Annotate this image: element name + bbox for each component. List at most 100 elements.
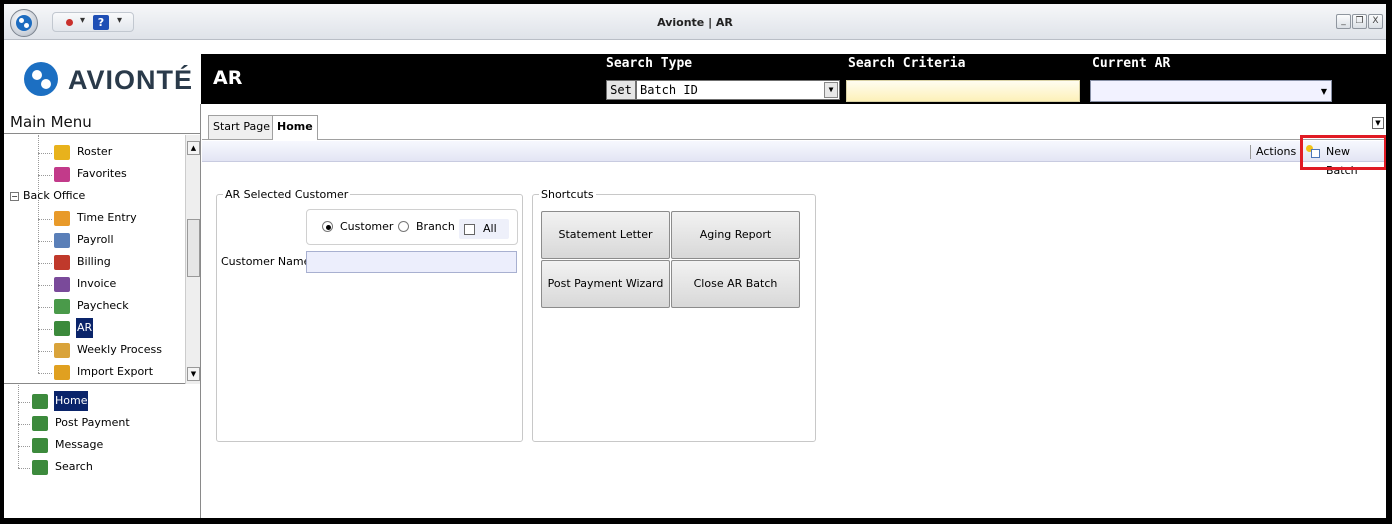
ar-page-icon [32,460,48,475]
radio-branch[interactable] [398,221,409,232]
tree-connector [38,153,52,154]
ar-icon [54,321,70,336]
statement-letter-button[interactable]: Statement Letter [541,211,670,259]
tree-connector [18,402,30,403]
aging-report-button[interactable]: Aging Report [671,211,800,259]
new-batch-button[interactable]: New Batch [1304,142,1384,177]
collapse-icon[interactable]: − [10,192,19,201]
main-menu-item-label: Payroll [77,233,114,246]
main-menu-item-label: Invoice [77,277,117,290]
close-ar-batch-button[interactable]: Close AR Batch [671,260,800,308]
import-export-icon [54,365,70,380]
main-menu-pane: Main Menu Roster Favorites − Back Office Tim… [4,104,201,518]
customer-name-field[interactable] [306,251,517,273]
current-ar-label: Current AR [1092,56,1171,71]
customer-name-label: Customer Name [221,255,311,268]
ar-selected-customer-title: AR Selected Customer [223,188,351,201]
main-menu-item-label: Roster [77,145,113,158]
tree-connector [38,351,52,352]
restore-button[interactable]: ❐ [1352,14,1367,29]
content-pane: Start Page Home ▼ Actions New Batch AR S… [202,104,1386,518]
ar-submenu-item-label: Home [54,391,89,411]
ar-page-icon [32,394,48,409]
chevron-down-icon[interactable]: ▼ [824,82,838,98]
tree-connector [38,285,52,286]
minimize-button[interactable]: _ [1336,14,1351,29]
payroll-icon [54,233,70,248]
tree-connector [38,219,52,220]
tab-home[interactable]: Home [272,115,318,140]
main-menu-item-label: Time Entry [77,211,137,224]
tree-connector [38,175,52,176]
scroll-up-icon[interactable]: ▲ [187,141,200,155]
invoice-icon [54,277,70,292]
actions-label: Actions [1256,145,1297,158]
search-criteria-input[interactable] [846,80,1080,102]
time-entry-icon [54,211,70,226]
tree-connector [38,373,52,374]
radio-branch-label: Branch [416,220,455,233]
application-window: ▾ ? ▾ Avionte | AR _ ❐ X AVIONTÉ AR Sear… [4,4,1386,518]
app-header: AVIONTÉ AR Search Type Set Batch ID ▼ Se… [4,54,1386,104]
customer-type-options: Customer Branch All [306,209,518,245]
main-menu-item-label: AR [76,318,94,338]
toolbar-divider [1250,145,1251,159]
radio-customer[interactable] [322,221,333,232]
logo: AVIONTÉ [4,54,201,104]
tree-connector [18,468,30,469]
tree-connector [38,329,52,330]
main-menu-item-label: Paycheck [77,299,129,312]
main-menu-tree: Roster Favorites − Back Office Time Entry Pay… [4,135,200,384]
tab-strip: Start Page Home ▼ [202,104,1386,140]
search-type-select[interactable]: Batch ID ▼ [636,80,840,100]
main-menu-scrollbar[interactable]: ▲ ▼ [185,135,200,384]
main-menu-group-label: Back Office [23,189,86,202]
title-bar: ▾ ? ▾ Avionte | AR _ ❐ X [4,4,1386,40]
tab-list-dropdown-icon[interactable]: ▼ [1372,117,1384,129]
search-type-value: Batch ID [640,83,698,97]
scroll-down-icon[interactable]: ▼ [187,367,200,381]
shortcuts-title: Shortcuts [539,188,596,201]
checkbox-box[interactable] [464,224,475,235]
main-menu-item-label: Import Export [77,365,154,378]
logo-text: AVIONTÉ [68,65,194,95]
main-menu-item-label: Billing [77,255,111,268]
ar-submenu-item-label: Message [55,438,104,451]
tree-connector [18,446,30,447]
tree-connector [18,424,30,425]
tree-connector [38,241,52,242]
tree-connector [38,135,39,373]
new-item-icon [1306,145,1320,158]
page-title: AR [213,67,243,89]
tree-connector [18,385,19,468]
search-type-label: Search Type [606,56,693,71]
window-title: Avionte | AR [657,16,733,29]
action-toolbar: Actions New Batch [202,135,1386,177]
roster-icon [54,145,70,160]
all-checkbox-label: All [483,222,497,235]
tree-connector [38,307,52,308]
ar-page-icon [32,438,48,453]
current-ar-select[interactable]: ▼ [1090,80,1332,102]
tree-connector [38,263,52,264]
tab-start-page[interactable]: Start Page [208,115,275,139]
main-menu-title: Main Menu [4,104,200,134]
scroll-thumb[interactable] [187,219,200,277]
all-checkbox[interactable]: All [459,219,509,239]
set-button[interactable]: Set [606,80,636,100]
ar-selected-customer-group: AR Selected Customer Customer Branch All… [216,188,523,442]
ar-submenu-tree: Home Post Payment Message Search [4,385,200,518]
avionte-logo-icon [24,62,58,96]
main-menu-title-text: Main Menu [10,113,92,131]
close-button[interactable]: X [1368,14,1383,29]
billing-icon [54,255,70,270]
weekly-process-icon [54,343,70,358]
ar-submenu-item-label: Post Payment [55,416,130,429]
main-menu-item-label: Favorites [77,167,127,180]
chevron-down-icon[interactable]: ▼ [1321,87,1327,96]
post-payment-wizard-button[interactable]: Post Payment Wizard [541,260,670,308]
ar-page-icon [32,416,48,431]
favorites-icon [54,167,70,182]
ar-submenu-item-label: Search [55,460,93,473]
search-criteria-label: Search Criteria [848,56,966,71]
